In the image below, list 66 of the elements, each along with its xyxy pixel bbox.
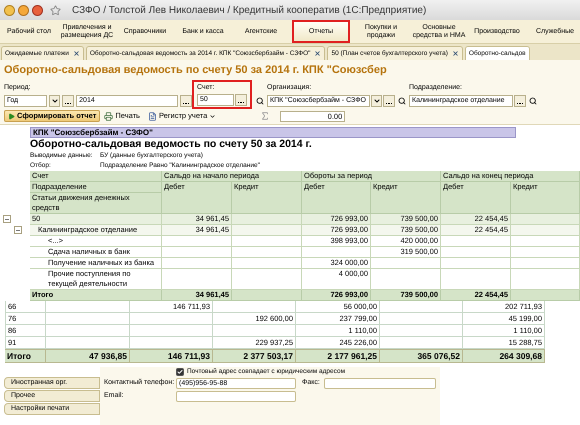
amount-cell <box>371 258 441 269</box>
amount-cell <box>232 269 302 290</box>
amount-cell <box>232 247 302 258</box>
select-button[interactable] <box>383 95 395 107</box>
select-button[interactable] <box>180 95 192 107</box>
organization-header: КПК "Союзсбербзайм - СЗФО" <box>30 127 516 138</box>
select-button[interactable] <box>62 95 74 107</box>
amount-cell <box>162 247 232 258</box>
amount-cell <box>162 236 232 247</box>
caret-icon <box>50 97 59 105</box>
play-icon <box>8 112 15 120</box>
email-field[interactable] <box>176 391 296 402</box>
close-icon[interactable] <box>72 50 80 57</box>
total-cell <box>232 290 302 301</box>
amount-cell <box>302 247 371 258</box>
search-button[interactable] <box>254 95 265 107</box>
select-button[interactable] <box>235 94 247 106</box>
fax-field[interactable] <box>324 378 436 389</box>
check-icon <box>177 368 183 374</box>
total-label: Итого <box>5 349 46 363</box>
amount-cell <box>371 269 441 290</box>
total-cell: 365 076,52 <box>380 349 463 363</box>
amount-cell <box>441 269 511 290</box>
caret-icon <box>209 112 216 120</box>
search-icon <box>398 97 406 105</box>
amount-cell <box>232 258 302 269</box>
report-heading: Оборотно-сальдовая ведомость по счету 50 за 2014 г. <box>30 138 313 151</box>
total-cell: 47 936,85 <box>46 349 130 363</box>
close-icon[interactable] <box>452 50 459 57</box>
document-icon <box>148 112 157 120</box>
sum-icon <box>260 111 270 121</box>
collapse-icon[interactable] <box>3 215 11 223</box>
amount-cell <box>232 225 302 236</box>
dropdown-button[interactable] <box>371 95 382 107</box>
collapse-icon[interactable] <box>14 226 22 234</box>
dropdown-button[interactable] <box>49 95 60 107</box>
total-cell: 2 377 503,17 <box>213 349 296 363</box>
amount-cell <box>232 236 302 247</box>
checkbox[interactable] <box>176 368 184 376</box>
total-cell: 146 711,93 <box>130 349 213 363</box>
search-icon <box>528 97 536 105</box>
amount-cell <box>232 214 302 225</box>
amount-cell <box>511 236 580 247</box>
close-icon[interactable] <box>314 50 322 57</box>
amount-cell <box>511 225 580 236</box>
search-icon <box>256 97 264 105</box>
amount-cell <box>441 236 511 247</box>
amount-cell <box>162 269 232 290</box>
search-button[interactable] <box>396 95 407 107</box>
amount-cell <box>441 258 511 269</box>
select-button[interactable] <box>514 95 526 107</box>
caret-icon <box>372 97 380 105</box>
total-cell: 2 177 961,25 <box>296 349 380 363</box>
report-title: Оборотно-сальдовая ведомость по счету 50 за 2014 г. КПК "Союзсбер <box>4 63 388 78</box>
printer-icon <box>104 112 114 120</box>
star-icon[interactable] <box>50 4 61 16</box>
window-title: СЗФО / Толстой Лев Николаевич / Кредитный кооператив (1С:Предприятие) <box>72 4 426 18</box>
amount-cell <box>441 247 511 258</box>
amount-cell <box>511 247 580 258</box>
total-cell <box>511 290 580 301</box>
amount-cell <box>162 258 232 269</box>
search-button[interactable] <box>527 95 538 107</box>
total-cell: 264 309,68 <box>463 349 545 363</box>
amount-cell <box>511 214 580 225</box>
amount-cell <box>511 258 580 269</box>
amount-cell <box>511 269 580 290</box>
